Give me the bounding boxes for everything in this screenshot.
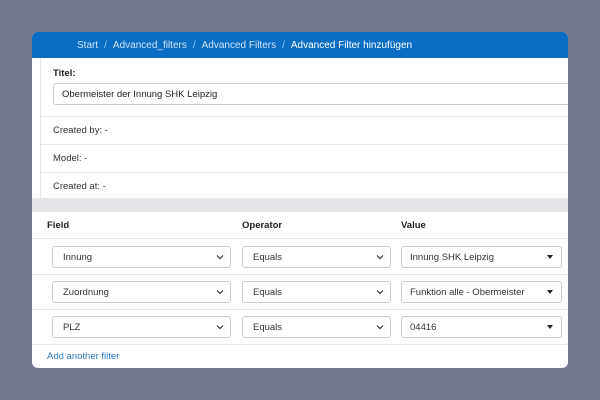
created-by-row: Created by: -: [41, 116, 568, 145]
breadcrumb: Start / Advanced_filters / Advanced Filt…: [32, 32, 568, 58]
value-select-value: Funktion alle - Obermeister: [410, 286, 525, 298]
breadcrumb-separator: /: [192, 39, 196, 51]
title-input[interactable]: [53, 83, 568, 105]
value-select[interactable]: 04416: [401, 316, 562, 338]
chevron-down-icon: [376, 255, 384, 260]
value-select-value: 04416: [410, 321, 437, 333]
operator-column-header: Operator: [242, 220, 283, 231]
field-select-value: Innung: [63, 251, 93, 263]
breadcrumb-start[interactable]: Start: [77, 40, 98, 51]
filters-header: Field Operator Value: [32, 212, 568, 239]
operator-select-value: Equals: [253, 321, 283, 333]
breadcrumb-advanced-filters-app[interactable]: Advanced_filters: [113, 40, 187, 51]
model-row: Model: -: [41, 144, 568, 173]
filter-row: Innung Equals Innung SHK Leipzig: [32, 239, 568, 275]
admin-window: Start / Advanced_filters / Advanced Filt…: [32, 32, 568, 368]
field-select-value: Zuordnung: [63, 286, 109, 298]
chevron-down-icon: [376, 325, 384, 330]
breadcrumb-separator: /: [104, 39, 107, 51]
chevron-down-icon: [216, 290, 224, 295]
filter-row: Zuordnung Equals Funktion alle - Obermei…: [32, 274, 568, 310]
chevron-down-icon: [216, 255, 224, 260]
field-column-header: Field: [47, 220, 70, 231]
caret-down-icon: [547, 325, 553, 329]
value-select-value: Innung SHK Leipzig: [410, 251, 494, 263]
operator-select-value: Equals: [253, 251, 283, 263]
breadcrumb-advanced-filters[interactable]: Advanced Filters: [202, 40, 276, 51]
operator-select[interactable]: Equals: [242, 246, 391, 268]
field-select[interactable]: PLZ: [52, 316, 231, 338]
caret-down-icon: [547, 255, 553, 259]
field-select[interactable]: Zuordnung: [52, 281, 231, 303]
value-select[interactable]: Innung SHK Leipzig: [401, 246, 562, 268]
breadcrumb-separator: /: [282, 39, 285, 51]
field-select-value: PLZ: [63, 321, 81, 333]
breadcrumb-current: Advanced Filter hinzufügen: [290, 39, 413, 51]
created-by-text: Created by: -: [53, 125, 108, 136]
section-divider: [32, 198, 568, 212]
caret-down-icon: [547, 290, 553, 294]
field-select[interactable]: Innung: [52, 246, 231, 268]
chevron-down-icon: [216, 325, 224, 330]
value-column-header: Value: [401, 220, 426, 231]
title-label: Titel:: [53, 68, 76, 79]
chevron-down-icon: [376, 290, 384, 295]
operator-select[interactable]: Equals: [242, 316, 391, 338]
filter-form: Titel: Created by: - Model: - Created at…: [40, 58, 568, 198]
model-text: Model: -: [53, 153, 88, 164]
created-at-row: Created at: -: [41, 172, 568, 200]
filter-row: PLZ Equals 04416: [32, 309, 568, 345]
title-row: Titel:: [41, 58, 568, 117]
created-at-text: Created at: -: [53, 181, 106, 192]
operator-select[interactable]: Equals: [242, 281, 391, 303]
add-filter-link[interactable]: Add another filter: [47, 351, 119, 362]
value-select[interactable]: Funktion alle - Obermeister: [401, 281, 562, 303]
operator-select-value: Equals: [253, 286, 283, 298]
